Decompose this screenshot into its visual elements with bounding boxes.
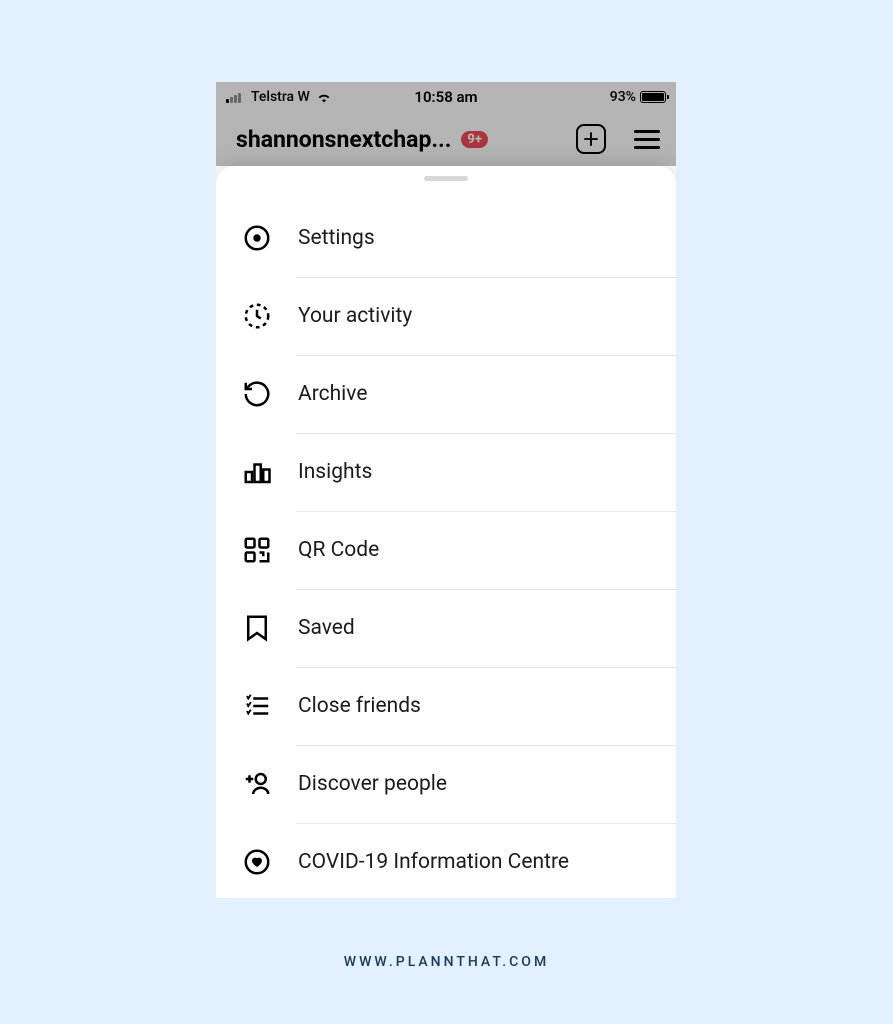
menu-label: QR Code — [298, 538, 379, 562]
phone-frame: Telstra W 10:58 am 93% shannonsnextchap.… — [216, 82, 676, 898]
menu-label: Insights — [298, 460, 372, 484]
discover-icon — [240, 767, 274, 801]
profile-header: shannonsnextchap... 9+ — [216, 112, 676, 166]
menu-list: Settings Your activity Archive Insights — [216, 199, 676, 898]
clock-label: 10:58 am — [414, 88, 477, 106]
wifi-icon — [316, 91, 332, 103]
menu-label: COVID-19 Information Centre — [298, 850, 569, 874]
settings-icon — [240, 221, 274, 255]
insights-icon — [240, 455, 274, 489]
footer-attribution: WWW.PLANNTHAT.COM — [0, 954, 893, 970]
menu-button[interactable] — [634, 130, 660, 149]
menu-label: Close friends — [298, 694, 421, 718]
plus-icon — [582, 130, 600, 148]
menu-label: Saved — [298, 616, 355, 640]
status-left: Telstra W — [226, 89, 332, 105]
username-label[interactable]: shannonsnextchap... — [236, 126, 451, 153]
menu-label: Archive — [298, 382, 367, 406]
menu-item-covid[interactable]: COVID-19 Information Centre — [216, 823, 676, 898]
menu-item-activity[interactable]: Your activity — [216, 277, 676, 355]
dimmed-background: Telstra W 10:58 am 93% shannonsnextchap.… — [216, 82, 676, 166]
archive-icon — [240, 377, 274, 411]
notification-badge: 9+ — [461, 131, 488, 148]
status-right: 93% — [610, 89, 666, 105]
status-bar: Telstra W 10:58 am 93% — [216, 82, 676, 112]
menu-label: Discover people — [298, 772, 447, 796]
menu-item-discover[interactable]: Discover people — [216, 745, 676, 823]
menu-item-settings[interactable]: Settings — [216, 199, 676, 277]
battery-percent: 93% — [610, 89, 636, 105]
menu-label: Your activity — [298, 304, 412, 328]
bottom-sheet: Settings Your activity Archive Insights — [216, 166, 676, 898]
menu-label: Settings — [298, 226, 375, 250]
sheet-grabber[interactable] — [424, 176, 468, 181]
menu-item-archive[interactable]: Archive — [216, 355, 676, 433]
saved-icon — [240, 611, 274, 645]
battery-icon — [640, 91, 666, 103]
menu-item-insights[interactable]: Insights — [216, 433, 676, 511]
activity-icon — [240, 299, 274, 333]
covid-icon — [240, 845, 274, 879]
carrier-label: Telstra W — [251, 89, 310, 105]
create-button[interactable] — [576, 124, 606, 154]
menu-item-saved[interactable]: Saved — [216, 589, 676, 667]
closefriends-icon — [240, 689, 274, 723]
signal-icon — [226, 91, 241, 103]
qrcode-icon — [240, 533, 274, 567]
menu-item-closefriends[interactable]: Close friends — [216, 667, 676, 745]
menu-item-qrcode[interactable]: QR Code — [216, 511, 676, 589]
